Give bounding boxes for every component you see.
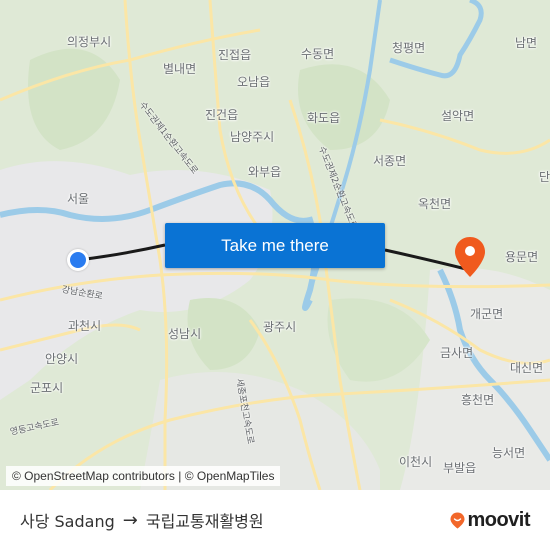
place-label: 단 — [539, 170, 550, 184]
place-label: 대신면 — [510, 361, 544, 375]
map-attribution[interactable]: © OpenStreetMap contributors | © OpenMap… — [6, 466, 281, 486]
place-label: 남양주시 — [230, 130, 275, 144]
place-label: 의정부시 — [67, 35, 112, 49]
place-label: 안양시 — [45, 352, 79, 366]
place-label: 설악면 — [441, 109, 475, 123]
route-summary: 사당 Sadang → 국립교통재활병원 — [20, 508, 264, 532]
place-label: 능서면 — [492, 446, 526, 460]
place-label: 광주시 — [263, 320, 297, 334]
place-label: 진접읍 — [218, 48, 252, 62]
map[interactable]: 의정부시 별내면 진접읍 오남읍 진건읍 남양주시 와부읍 수동면 청평면 남면… — [0, 0, 550, 490]
place-label: 수동면 — [301, 47, 335, 61]
footer: 사당 Sadang → 국립교통재활병원 moovit — [0, 490, 550, 550]
place-label: 서종면 — [373, 154, 407, 168]
place-label: 개군면 — [470, 307, 504, 321]
destination-pin-icon[interactable] — [454, 236, 486, 278]
destination-name: 국립교통재활병원 — [145, 512, 264, 531]
place-label: 부발읍 — [443, 461, 477, 475]
place-label: 이천시 — [399, 455, 433, 469]
arrow-right-icon: → — [122, 509, 138, 531]
place-label: 서울 — [67, 192, 90, 206]
moovit-logo[interactable]: moovit — [450, 509, 530, 532]
forest-area — [298, 64, 390, 150]
place-label: 남면 — [515, 36, 538, 50]
place-label: 성남시 — [168, 327, 202, 341]
moovit-wordmark: moovit — [467, 508, 530, 531]
place-label: 오남읍 — [237, 75, 271, 89]
moovit-pin-icon — [450, 512, 465, 528]
place-label: 별내면 — [163, 62, 197, 76]
place-label: 옥천면 — [418, 197, 452, 211]
place-label: 흥천면 — [461, 393, 495, 407]
place-label: 와부읍 — [248, 165, 282, 179]
origin-name: 사당 Sadang — [20, 512, 115, 531]
place-label: 금사면 — [440, 346, 474, 360]
place-label: 청평면 — [392, 41, 426, 55]
lake — [389, 0, 484, 79]
place-label: 진건읍 — [205, 108, 239, 122]
origin-marker[interactable] — [67, 249, 89, 271]
place-label: 과천시 — [68, 319, 102, 333]
place-label: 군포시 — [30, 381, 64, 395]
place-label: 용문면 — [505, 250, 539, 264]
take-me-there-button[interactable]: Take me there — [165, 223, 385, 268]
place-label: 화도읍 — [307, 111, 341, 125]
